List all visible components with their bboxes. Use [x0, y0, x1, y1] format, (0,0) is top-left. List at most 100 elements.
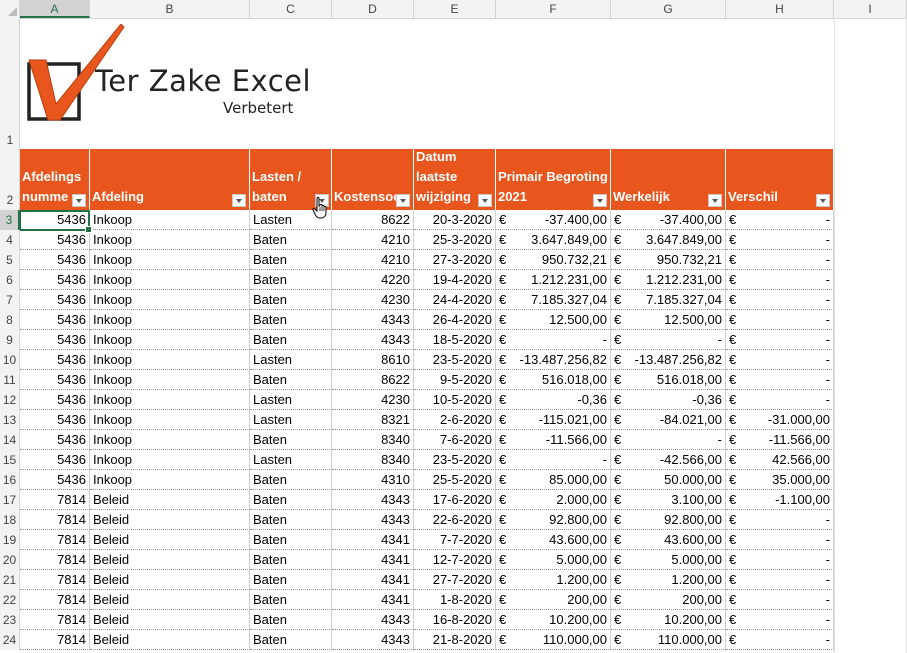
cell-afd[interactable]: Beleid	[90, 490, 250, 510]
cell-afd[interactable]: Inkoop	[90, 390, 250, 410]
cell-datum[interactable]: 2-6-2020	[414, 410, 496, 430]
cell-f[interactable]: €110.000,00	[496, 630, 611, 650]
cell-lb[interactable]: Baten	[250, 530, 332, 550]
cell-afd[interactable]: Beleid	[90, 550, 250, 570]
row-header-14[interactable]: 14	[0, 430, 20, 450]
cell-datum[interactable]: 20-3-2020	[414, 210, 496, 230]
cell-g[interactable]: € -	[611, 330, 726, 350]
row-header-8[interactable]: 8	[0, 310, 20, 330]
cell-datum[interactable]: 22-6-2020	[414, 510, 496, 530]
cell-lb[interactable]: Baten	[250, 310, 332, 330]
filter-dropdown-icon[interactable]	[816, 194, 830, 207]
cell-lb[interactable]: Lasten	[250, 450, 332, 470]
row-header-16[interactable]: 16	[0, 470, 20, 490]
cell-h[interactable]: €42.566,00	[726, 450, 834, 470]
column-header-d[interactable]: D	[332, 0, 414, 18]
cell-datum[interactable]: 25-3-2020	[414, 230, 496, 250]
cell-h[interactable]: € -1.100,00	[726, 490, 834, 510]
cell-g[interactable]: € -37.400,00	[611, 210, 726, 230]
cell-lb[interactable]: Baten	[250, 370, 332, 390]
cell-datum[interactable]: 18-5-2020	[414, 330, 496, 350]
cell-ks[interactable]: 8610	[332, 350, 414, 370]
cell-h[interactable]: € -	[726, 610, 834, 630]
cell-afdnr[interactable]: 7814	[20, 590, 90, 610]
row-header-1[interactable]: 1	[0, 18, 20, 149]
row-header-20[interactable]: 20	[0, 550, 20, 570]
cell-datum[interactable]: 1-8-2020	[414, 590, 496, 610]
row-header-4[interactable]: 4	[0, 230, 20, 250]
cell-lb[interactable]: Baten	[250, 470, 332, 490]
cell-g[interactable]: €1.200,00	[611, 570, 726, 590]
cell-datum[interactable]: 7-7-2020	[414, 530, 496, 550]
cell-f[interactable]: €85.000,00	[496, 470, 611, 490]
cell-g[interactable]: €1.212.231,00	[611, 270, 726, 290]
column-header-b[interactable]: B	[90, 0, 250, 18]
cell-h[interactable]: € -	[726, 290, 834, 310]
row-header-7[interactable]: 7	[0, 290, 20, 310]
cell-g[interactable]: €50.000,00	[611, 470, 726, 490]
cell-h[interactable]: € -	[726, 390, 834, 410]
cell-afdnr[interactable]: 5436	[20, 470, 90, 490]
cell-ks[interactable]: 4343	[332, 510, 414, 530]
cell-g[interactable]: € -0,36	[611, 390, 726, 410]
cell-afdnr[interactable]: 5436	[20, 450, 90, 470]
cell-lb[interactable]: Baten	[250, 490, 332, 510]
cell-afd[interactable]: Inkoop	[90, 310, 250, 330]
cell-g[interactable]: €10.200,00	[611, 610, 726, 630]
cell-g[interactable]: €950.732,21	[611, 250, 726, 270]
row-header-13[interactable]: 13	[0, 410, 20, 430]
cell-afd[interactable]: Inkoop	[90, 230, 250, 250]
cell-ks[interactable]: 8622	[332, 210, 414, 230]
cell-lb[interactable]: Baten	[250, 610, 332, 630]
row-header-10[interactable]: 10	[0, 350, 20, 370]
cell-datum[interactable]: 17-6-2020	[414, 490, 496, 510]
cell-ks[interactable]: 4341	[332, 550, 414, 570]
cell-ks[interactable]: 4310	[332, 470, 414, 490]
cell-f[interactable]: €12.500,00	[496, 310, 611, 330]
cell-afd[interactable]: Beleid	[90, 570, 250, 590]
cell-datum[interactable]: 19-4-2020	[414, 270, 496, 290]
cell-g[interactable]: € -13.487.256,82	[611, 350, 726, 370]
cell-g[interactable]: €7.185.327,04	[611, 290, 726, 310]
cell-ks[interactable]: 4343	[332, 310, 414, 330]
cell-afd[interactable]: Inkoop	[90, 430, 250, 450]
row-header-15[interactable]: 15	[0, 450, 20, 470]
cell-afd[interactable]: Beleid	[90, 610, 250, 630]
cell-afd[interactable]: Inkoop	[90, 450, 250, 470]
cell-g[interactable]: € -	[611, 430, 726, 450]
cell-f[interactable]: €2.000,00	[496, 490, 611, 510]
row-header-3[interactable]: 3	[0, 210, 20, 230]
cell-afdnr[interactable]: 5436	[20, 270, 90, 290]
cell-afdnr[interactable]: 5436	[20, 350, 90, 370]
cell-afd[interactable]: Inkoop	[90, 290, 250, 310]
cell-ks[interactable]: 8622	[332, 370, 414, 390]
cell-ks[interactable]: 4341	[332, 570, 414, 590]
cell-ks[interactable]: 4343	[332, 330, 414, 350]
cell-g[interactable]: € -84.021,00	[611, 410, 726, 430]
cell-g[interactable]: €3.100,00	[611, 490, 726, 510]
cell-g[interactable]: €200,00	[611, 590, 726, 610]
cell-h[interactable]: € -	[726, 570, 834, 590]
cell-h[interactable]: € -	[726, 210, 834, 230]
cell-h[interactable]: € -	[726, 590, 834, 610]
cell-datum[interactable]: 9-5-2020	[414, 370, 496, 390]
cell-afd[interactable]: Inkoop	[90, 350, 250, 370]
cell-f[interactable]: €200,00	[496, 590, 611, 610]
cell-afdnr[interactable]: 5436	[20, 290, 90, 310]
cell-ks[interactable]: 8340	[332, 450, 414, 470]
cell-ks[interactable]: 4343	[332, 610, 414, 630]
cell-f[interactable]: € -	[496, 450, 611, 470]
cell-lb[interactable]: Lasten	[250, 410, 332, 430]
filter-dropdown-icon[interactable]	[708, 194, 722, 207]
cell-h[interactable]: € -	[726, 530, 834, 550]
cell-datum[interactable]: 16-8-2020	[414, 610, 496, 630]
row-header-17[interactable]: 17	[0, 490, 20, 510]
cell-afdnr[interactable]: 5436	[20, 330, 90, 350]
cell-afdnr[interactable]: 7814	[20, 570, 90, 590]
cell-afdnr[interactable]: 5436	[20, 430, 90, 450]
cell-ks[interactable]: 4210	[332, 250, 414, 270]
cell-afdnr[interactable]: 5436	[20, 250, 90, 270]
row-header-18[interactable]: 18	[0, 510, 20, 530]
row-header-24[interactable]: 24	[0, 630, 20, 650]
row-header-22[interactable]: 22	[0, 590, 20, 610]
